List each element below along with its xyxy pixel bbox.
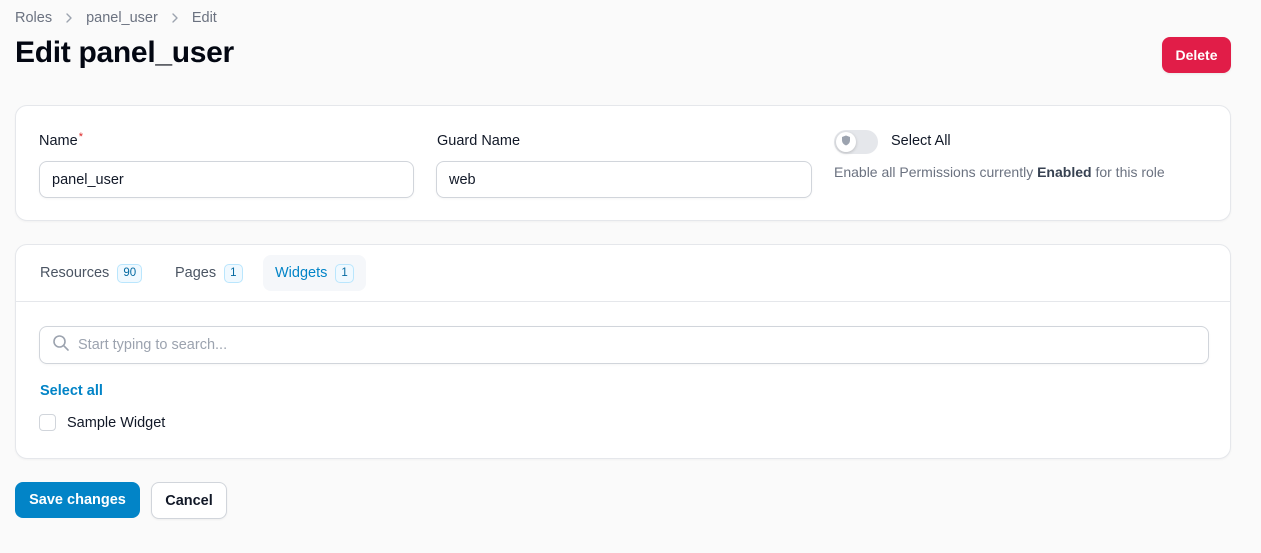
tab-label: Widgets [275, 265, 328, 281]
save-changes-button[interactable]: Save changes [15, 482, 140, 518]
select-all-helper-text: Enable all Permissions currently Enabled… [834, 164, 1165, 180]
cancel-button[interactable]: Cancel [151, 482, 227, 519]
guard-name-label: Guard Name [437, 133, 521, 149]
search-box[interactable] [39, 326, 1209, 364]
name-input[interactable] [39, 161, 414, 198]
role-form-card: Name* Guard Name Select All Enable all P… [15, 105, 1231, 221]
breadcrumb-item-edit: Edit [191, 10, 217, 26]
sample-widget-checkbox[interactable] [39, 414, 56, 431]
select-all-link[interactable]: Select all [40, 383, 103, 399]
guard-name-input[interactable] [436, 161, 812, 198]
page-title: Edit panel_user [15, 36, 234, 69]
tab-resources[interactable]: Resources 90 [28, 255, 154, 291]
permissions-card: Resources 90 Pages 1 Widgets 1 Select al… [15, 244, 1231, 459]
sample-widget-label: Sample Widget [67, 414, 166, 431]
count-badge: 1 [335, 263, 354, 283]
tab-widgets[interactable]: Widgets 1 [263, 255, 366, 291]
select-all-label: Select All [891, 133, 951, 149]
delete-button[interactable]: Delete [1162, 37, 1231, 73]
tabs-bar: Resources 90 Pages 1 Widgets 1 [16, 245, 1230, 302]
breadcrumb-item-panel-user[interactable]: panel_user [86, 10, 158, 26]
chevron-right-icon [64, 11, 74, 26]
name-label: Name* [39, 131, 83, 149]
count-badge: 1 [224, 263, 243, 283]
breadcrumb-item-roles[interactable]: Roles [15, 10, 52, 26]
search-input[interactable] [78, 337, 1208, 353]
toggle-knob [836, 132, 856, 152]
required-mark: * [78, 131, 83, 143]
search-icon [52, 334, 70, 357]
tab-pages[interactable]: Pages 1 [163, 255, 255, 291]
shield-icon [841, 133, 851, 151]
select-all-toggle[interactable] [834, 130, 878, 154]
tab-label: Resources [40, 265, 110, 281]
tab-label: Pages [175, 265, 217, 281]
chevron-right-icon [170, 11, 180, 26]
list-item[interactable]: Sample Widget [39, 414, 165, 431]
count-badge: 90 [117, 263, 143, 283]
breadcrumb: Roles panel_user Edit [15, 10, 217, 26]
